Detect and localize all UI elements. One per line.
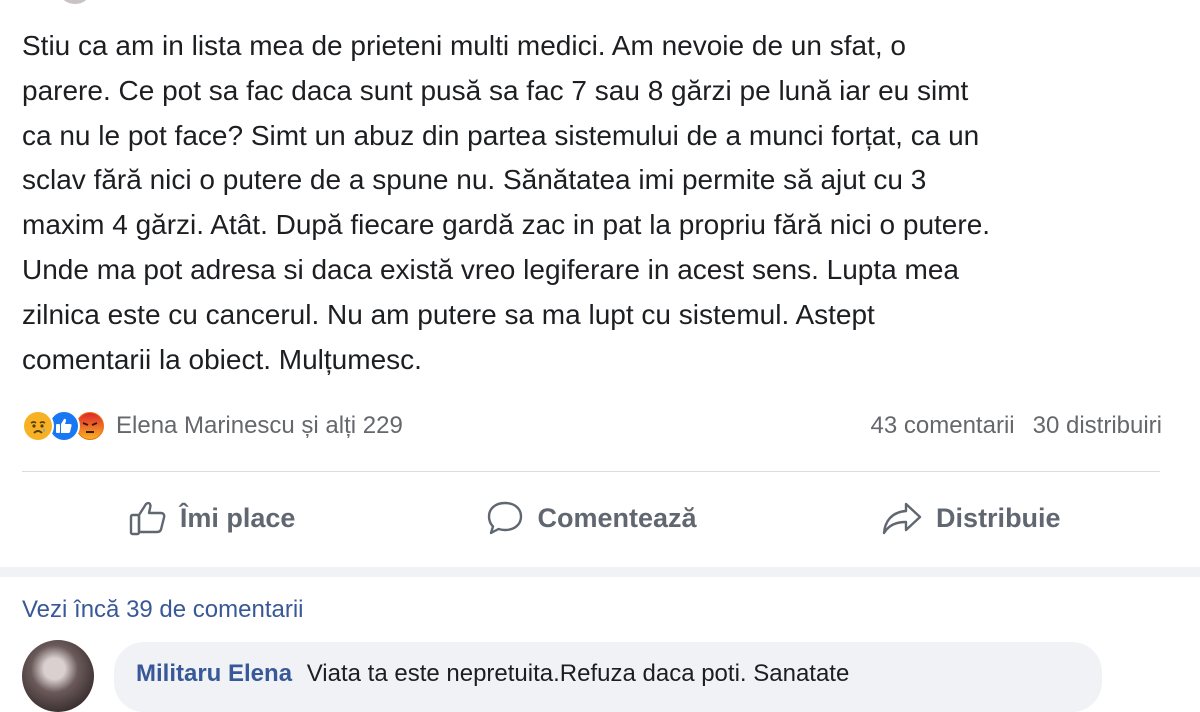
divider xyxy=(22,471,1160,472)
post-line: ca nu le pot face? Simt un abuz din part… xyxy=(22,119,980,151)
post-line: sclav fără nici o putere de a spune nu. … xyxy=(22,164,927,196)
post-line: Stiu ca am in lista mea de prieteni mult… xyxy=(22,30,906,61)
speech-bubble-icon xyxy=(488,501,523,535)
post-line: parere. Ce pot sa fac daca sunt pusă sa … xyxy=(22,74,969,106)
comment-label: Comentează xyxy=(537,502,697,533)
share-arrow-icon xyxy=(882,502,922,535)
like-label: Îmi place xyxy=(179,502,296,533)
reactions-left[interactable]: Elena Marinescu și alți 229 xyxy=(22,410,403,442)
section-separator xyxy=(0,567,1200,577)
comments-count[interactable]: 43 comentarii xyxy=(871,412,1015,440)
post-author-avatar[interactable] xyxy=(60,0,90,4)
comment-button[interactable]: Comentează xyxy=(401,498,780,538)
comment-author[interactable]: Militaru Elena xyxy=(136,660,292,687)
shares-count[interactable]: 30 distribuiri xyxy=(1033,412,1162,440)
like-button[interactable]: Îmi place xyxy=(22,498,401,538)
commenter-avatar[interactable] xyxy=(22,640,94,712)
share-label: Distribuie xyxy=(936,502,1061,533)
post-line: Unde ma pot adresa si daca există vreo l… xyxy=(22,253,959,285)
reactors-text[interactable]: Elena Marinescu și alți 229 xyxy=(116,412,403,440)
sad-reaction-icon[interactable] xyxy=(22,410,54,442)
view-more-comments-link[interactable]: Vezi încă 39 de comentarii xyxy=(22,596,304,624)
reactions-summary: Elena Marinescu și alți 229 43 comentari… xyxy=(22,404,1162,448)
post-body: Stiu ca am in lista mea de prieteni mult… xyxy=(22,24,1172,382)
reaction-icons[interactable] xyxy=(22,410,106,442)
comment-text: Viata ta este nepretuita.Refuza daca pot… xyxy=(306,660,850,687)
share-button[interactable]: Distribuie xyxy=(781,498,1160,538)
post-line: zilnica este cu cancerul. Nu am putere s… xyxy=(22,298,875,330)
engagement-counts: 43 comentarii 30 distribuiri xyxy=(871,412,1162,440)
comment-item: Militaru Elena Viata ta este nepretuita.… xyxy=(22,640,1122,712)
post-actions: Îmi place Comentează Distribuie xyxy=(22,490,1160,546)
post-line: comentarii la obiect. Mulțumesc. xyxy=(22,343,422,375)
thumbs-up-icon xyxy=(129,501,166,536)
post-line: maxim 4 gărzi. Atât. După fiecare gardă … xyxy=(22,209,991,241)
comment-bubble: Militaru Elena Viata ta este nepretuita.… xyxy=(114,642,1102,712)
